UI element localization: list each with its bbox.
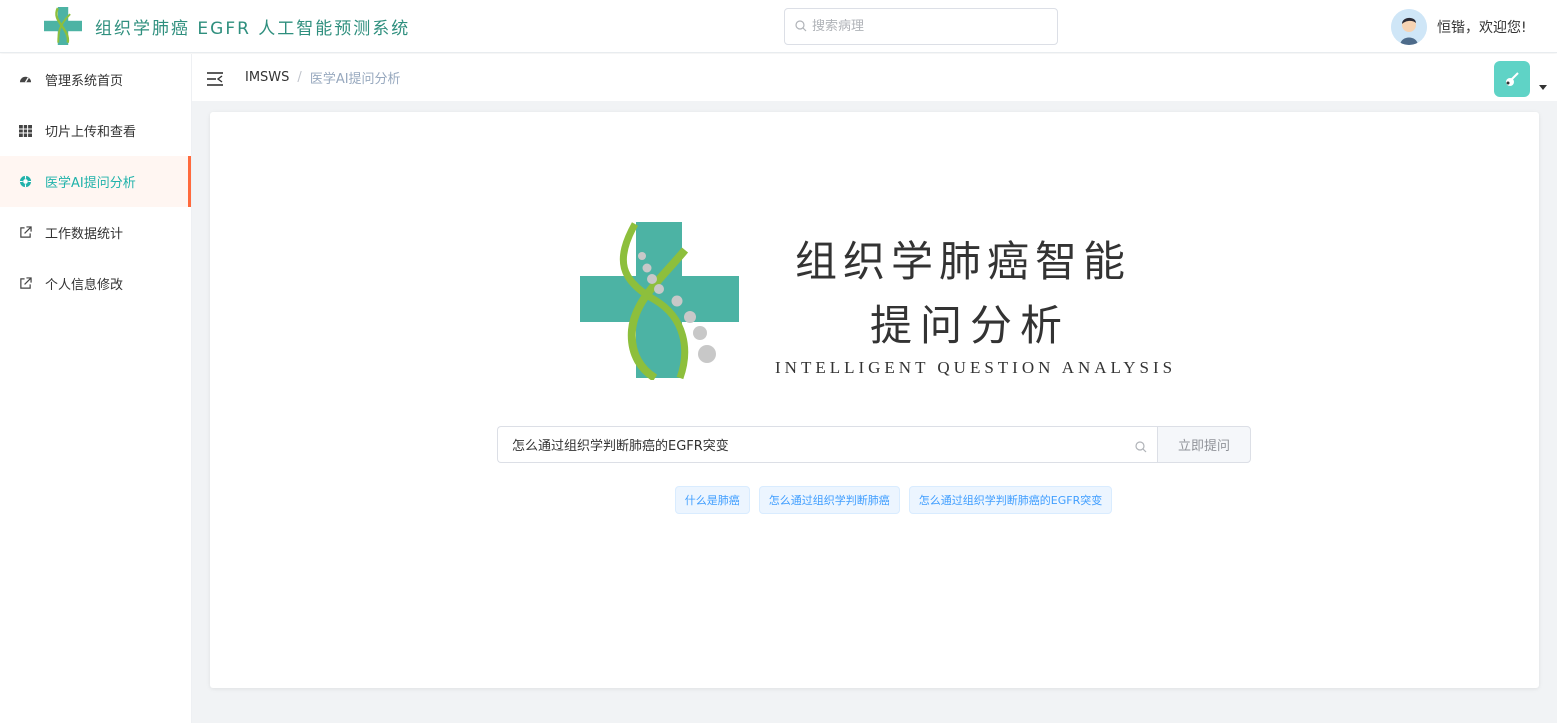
sidebar-item-statistics[interactable]: 工作数据统计 [0, 207, 191, 258]
welcome-text: 恒锴，欢迎您! [1437, 20, 1527, 36]
question-input-wrapper[interactable] [497, 426, 1157, 463]
search-field[interactable] [812, 19, 1042, 34]
brand[interactable]: 组织学肺癌 EGFR 人工智能预测系统 [44, 7, 410, 45]
sidebar: 管理系统首页 切片上传和查看 医学AI提问分析 工作数据统计 个人信息修改 [0, 54, 192, 723]
top-header: 组织学肺癌 EGFR 人工智能预测系统 恒锴，欢迎您! [0, 0, 1557, 53]
suggestion-tag[interactable]: 怎么通过组织学判断肺癌的EGFR突变 [908, 486, 1113, 514]
sidebar-item-ai-analysis[interactable]: 医学AI提问分析 [0, 156, 191, 207]
content-card: 组织学肺癌智能 提问分析 INTELLIGENT QUESTION ANALYS… [210, 112, 1539, 688]
ask-now-button[interactable]: 立即提问 [1157, 426, 1251, 463]
sidebar-item-label: 个人信息修改 [45, 278, 124, 293]
main-area: IMSWS / 医学AI提问分析 组织学肺癌智能 提问分析 INTELLIGEN… [192, 54, 1557, 723]
breadcrumb: IMSWS / 医学AI提问分析 [245, 68, 401, 87]
sidebar-item-slides[interactable]: 切片上传和查看 [0, 105, 191, 156]
sidebar-item-label: 医学AI提问分析 [45, 176, 136, 191]
dashboard-icon [18, 73, 32, 87]
breadcrumb-current: 医学AI提问分析 [309, 72, 401, 87]
question-form: 立即提问 [497, 426, 1251, 463]
app-title: 组织学肺癌 EGFR 人工智能预测系统 [95, 18, 411, 39]
navbar: IMSWS / 医学AI提问分析 [192, 54, 1557, 101]
external-link-icon [18, 277, 32, 291]
search-icon [795, 17, 807, 36]
hero-banner: 组织学肺癌智能 提问分析 INTELLIGENT QUESTION ANALYS… [580, 220, 1172, 390]
sidebar-item-dashboard[interactable]: 管理系统首页 [0, 54, 191, 105]
user-menu[interactable]: 恒锴，欢迎您! [1391, 9, 1527, 45]
breadcrumb-root[interactable]: IMSWS [245, 70, 289, 85]
sidebar-item-profile[interactable]: 个人信息修改 [0, 258, 191, 309]
sidebar-item-label: 管理系统首页 [45, 74, 124, 89]
suggested-questions: 什么是肺癌 怎么通过组织学判断肺癌 怎么通过组织学判断肺癌的EGFR突变 [210, 486, 1539, 514]
sidebar-item-label: 切片上传和查看 [45, 125, 137, 140]
ai-circle-icon [18, 175, 32, 189]
app-logo-icon [44, 7, 82, 45]
chevron-down-icon[interactable] [1539, 85, 1547, 90]
grid-table-icon [18, 124, 32, 138]
suggestion-tag[interactable]: 什么是肺癌 [674, 486, 750, 514]
medical-dna-logo-icon [580, 220, 740, 382]
avatar[interactable] [1391, 9, 1427, 45]
sidebar-item-label: 工作数据统计 [45, 227, 124, 242]
collapse-menu-icon[interactable] [207, 71, 223, 86]
breadcrumb-separator: / [297, 70, 302, 85]
hero-title-line2: 提问分析 [870, 301, 1071, 350]
user-dropdown-avatar[interactable] [1494, 61, 1530, 97]
hero-title-line1: 组织学肺癌智能 [795, 237, 1132, 286]
suggestion-tag[interactable]: 怎么通过组织学判断肺癌 [758, 486, 900, 514]
search-icon [1135, 438, 1147, 457]
question-input[interactable] [512, 437, 1112, 452]
hero-subtitle: INTELLIGENT QUESTION ANALYSIS [775, 358, 1177, 377]
external-link-icon [18, 226, 32, 240]
search-input[interactable] [784, 8, 1058, 45]
